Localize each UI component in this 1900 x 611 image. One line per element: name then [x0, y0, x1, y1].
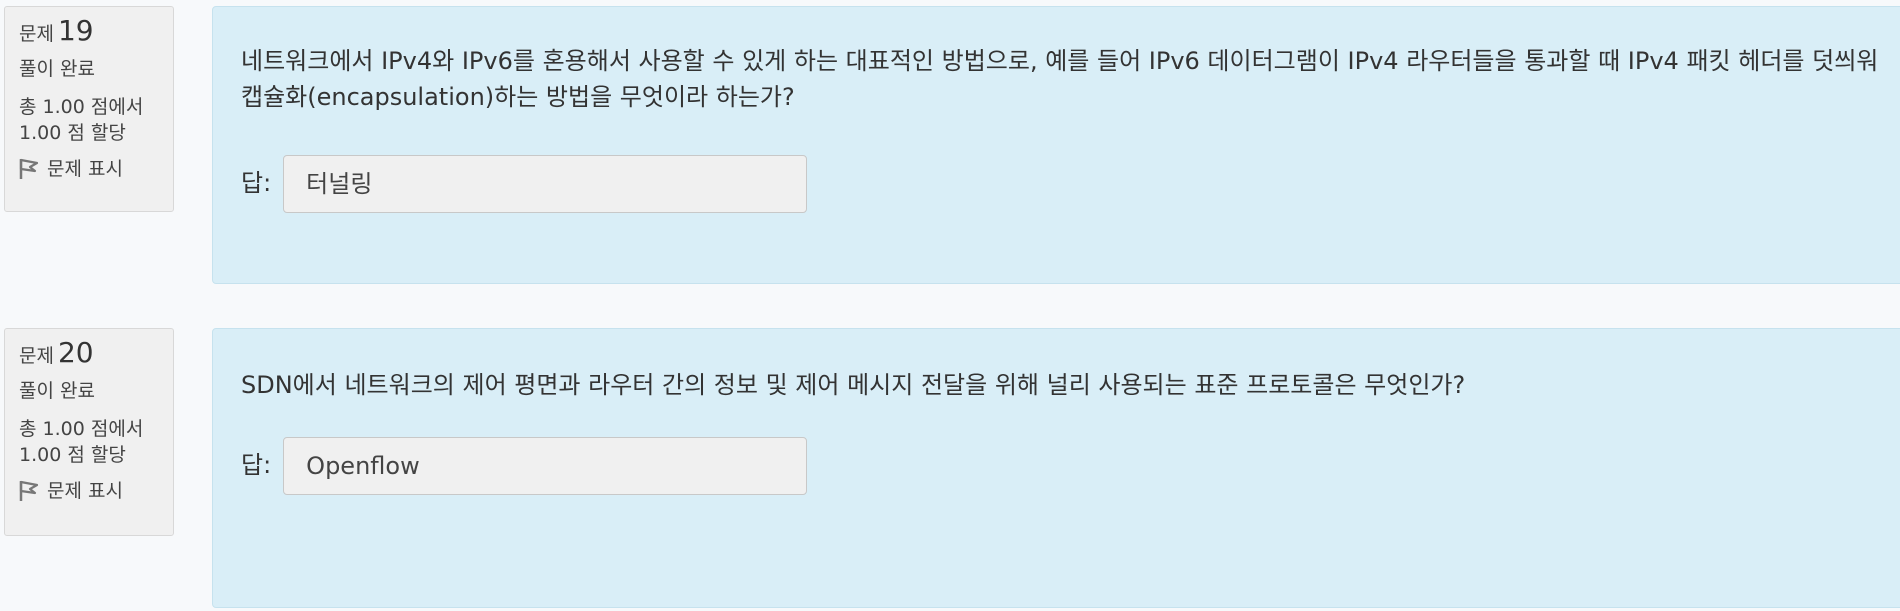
answer-row: 답: 터널링 [241, 155, 1900, 213]
question-number-label: 문제 [19, 345, 54, 367]
question-number: 문제 19 [19, 15, 173, 50]
question-number: 문제 20 [19, 337, 173, 372]
question-number-value: 20 [57, 336, 94, 369]
question-info: 문제 19 풀이 완료 총 1.00 점에서 1.00 점 할당 문제 표시 [4, 6, 174, 212]
answer-label: 답: [241, 450, 272, 479]
answer-row: 답: Openflow [241, 437, 1900, 495]
question-content: 네트워크에서 IPv4와 IPv6를 혼용해서 사용할 수 있게 하는 대표적인… [212, 6, 1900, 284]
flag-icon [19, 158, 39, 179]
question-number-value: 19 [57, 14, 94, 47]
question-grade: 총 1.00 점에서 1.00 점 할당 [19, 416, 173, 468]
grade-line-1: 총 1.00 점에서 [19, 418, 144, 440]
answer-label: 답: [241, 168, 272, 197]
grade-line-2: 1.00 점 할당 [19, 122, 126, 144]
question-info: 문제 20 풀이 완료 총 1.00 점에서 1.00 점 할당 문제 표시 [4, 328, 174, 536]
flag-icon [19, 480, 39, 501]
question-number-label: 문제 [19, 23, 54, 45]
answer-input[interactable]: 터널링 [283, 155, 808, 213]
question-text: SDN에서 네트워크의 제어 평면과 라우터 간의 정보 및 제어 메시지 전달… [241, 371, 1466, 399]
question-grade: 총 1.00 점에서 1.00 점 할당 [19, 94, 173, 146]
question-content: SDN에서 네트워크의 제어 평면과 라우터 간의 정보 및 제어 메시지 전달… [212, 328, 1900, 608]
flag-question-label: 문제 표시 [47, 158, 123, 180]
flag-question-button[interactable]: 문제 표시 [19, 478, 173, 504]
question-state: 풀이 완료 [19, 380, 95, 402]
grade-line-2: 1.00 점 할당 [19, 444, 126, 466]
grade-line-1: 총 1.00 점에서 [19, 96, 144, 118]
answer-input[interactable]: Openflow [283, 437, 808, 495]
flag-question-button[interactable]: 문제 표시 [19, 156, 173, 182]
question-text: 네트워크에서 IPv4와 IPv6를 혼용해서 사용할 수 있게 하는 대표적인… [241, 47, 1879, 111]
question-state: 풀이 완료 [19, 58, 95, 80]
flag-question-label: 문제 표시 [47, 480, 123, 502]
